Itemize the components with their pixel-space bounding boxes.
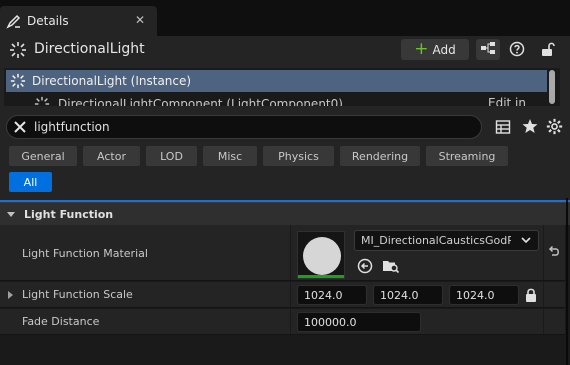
panel-edge — [566, 198, 568, 365]
scale-z-field[interactable]: 1024.0 — [449, 285, 519, 305]
lock-button[interactable] — [539, 40, 557, 58]
plus-icon: + — [414, 39, 429, 59]
search-input[interactable] — [34, 120, 454, 134]
filter-physics[interactable]: Physics — [263, 146, 334, 166]
category-light-function[interactable]: Light Function — [0, 202, 570, 225]
material-asset-name: MI_DirectionalCausticsGodRays — [361, 234, 511, 247]
settings-gear-icon[interactable] — [546, 118, 564, 136]
property-name-cell: Light Function Scale — [0, 282, 290, 307]
tree-item-label: DirectionalLight (Instance) — [32, 74, 192, 88]
property-row-fade-distance: Fade Distance 100000.0 — [0, 309, 565, 335]
category-label: Light Function — [24, 207, 114, 221]
material-type-bar — [298, 275, 344, 278]
material-asset-picker[interactable]: MI_DirectionalCausticsGodRays — [354, 230, 539, 251]
property-name-cell: Fade Distance — [0, 309, 290, 334]
add-component-button[interactable]: + Add — [401, 39, 469, 60]
filter-all[interactable]: All — [9, 172, 52, 192]
collapse-arrow-icon — [7, 211, 15, 217]
tab-bar: Details ✕ — [0, 0, 570, 36]
actor-name: DirectionalLight — [34, 41, 145, 57]
lock-ratio-icon[interactable] — [524, 287, 542, 305]
filter-general[interactable]: General — [9, 146, 77, 166]
expand-arrow-icon[interactable] — [8, 291, 13, 299]
tab-details[interactable]: Details ✕ — [0, 6, 157, 36]
property-reset-cell — [544, 225, 565, 280]
filter-actor[interactable]: Actor — [83, 146, 140, 166]
blueprint-button[interactable] — [476, 39, 500, 60]
tree-item-component[interactable]: DirectionalLightComponent (LightComponen… — [6, 93, 547, 106]
lock-icon — [539, 42, 557, 61]
tree-scrollbar[interactable] — [549, 70, 555, 104]
filter-rendering[interactable]: Rendering — [340, 146, 420, 166]
property-reset-cell — [544, 282, 565, 307]
blueprint-icon — [480, 41, 496, 58]
details-header: DirectionalLight + Add — [0, 36, 570, 64]
close-tab-icon[interactable]: ✕ — [135, 13, 145, 27]
chevron-down-icon — [520, 234, 532, 246]
add-button-label: Add — [432, 42, 456, 57]
details-icon — [6, 13, 22, 29]
directional-light-icon — [10, 73, 26, 89]
search-box — [6, 115, 482, 139]
property-reset-cell — [544, 309, 565, 334]
browse-asset-icon[interactable] — [382, 258, 400, 276]
edit-in-cpp-link[interactable]: Edit in C++ — [488, 96, 547, 106]
fade-distance-field[interactable]: 100000.0 — [297, 312, 421, 332]
filter-streaming[interactable]: Streaming — [426, 146, 508, 166]
scale-x-field[interactable]: 1024.0 — [297, 285, 367, 305]
table-view-icon[interactable] — [495, 119, 513, 137]
tree-item-label: DirectionalLightComponent (LightComponen… — [58, 97, 343, 106]
reset-to-default-icon[interactable] — [546, 244, 564, 262]
property-row-material: Light Function Material MI_DirectionalCa… — [0, 225, 565, 281]
help-button[interactable] — [508, 41, 526, 59]
directional-light-icon — [34, 96, 50, 106]
property-label: Fade Distance — [22, 315, 100, 328]
details-panel: DirectionalLight + Add DirectionalLight … — [0, 36, 570, 365]
clear-search-icon[interactable] — [13, 120, 27, 134]
property-label: Light Function Scale — [22, 288, 133, 301]
property-value-cell: 1024.0 1024.0 1024.0 — [291, 282, 543, 307]
favorites-star-icon[interactable] — [522, 118, 540, 136]
component-tree: DirectionalLight (Instance) DirectionalL… — [4, 68, 560, 106]
help-icon — [509, 41, 525, 60]
filter-lod[interactable]: LOD — [146, 146, 197, 166]
scale-y-field[interactable]: 1024.0 — [373, 285, 443, 305]
tab-label: Details — [27, 14, 69, 28]
filter-misc[interactable]: Misc — [203, 146, 257, 166]
material-preview-sphere — [303, 237, 341, 275]
property-label: Light Function Material — [22, 247, 148, 260]
use-selected-icon[interactable] — [357, 258, 375, 276]
property-name-cell: Light Function Material — [0, 225, 290, 280]
material-thumbnail[interactable] — [297, 231, 345, 279]
property-value-cell: MI_DirectionalCausticsGodRays — [291, 225, 543, 280]
property-row-scale: Light Function Scale 1024.0 1024.0 1024.… — [0, 282, 565, 308]
property-rows: Light Function Material MI_DirectionalCa… — [0, 225, 570, 365]
tree-item-instance[interactable]: DirectionalLight (Instance) — [6, 70, 547, 92]
directional-light-icon — [9, 41, 27, 59]
property-value-cell: 100000.0 — [291, 309, 543, 334]
